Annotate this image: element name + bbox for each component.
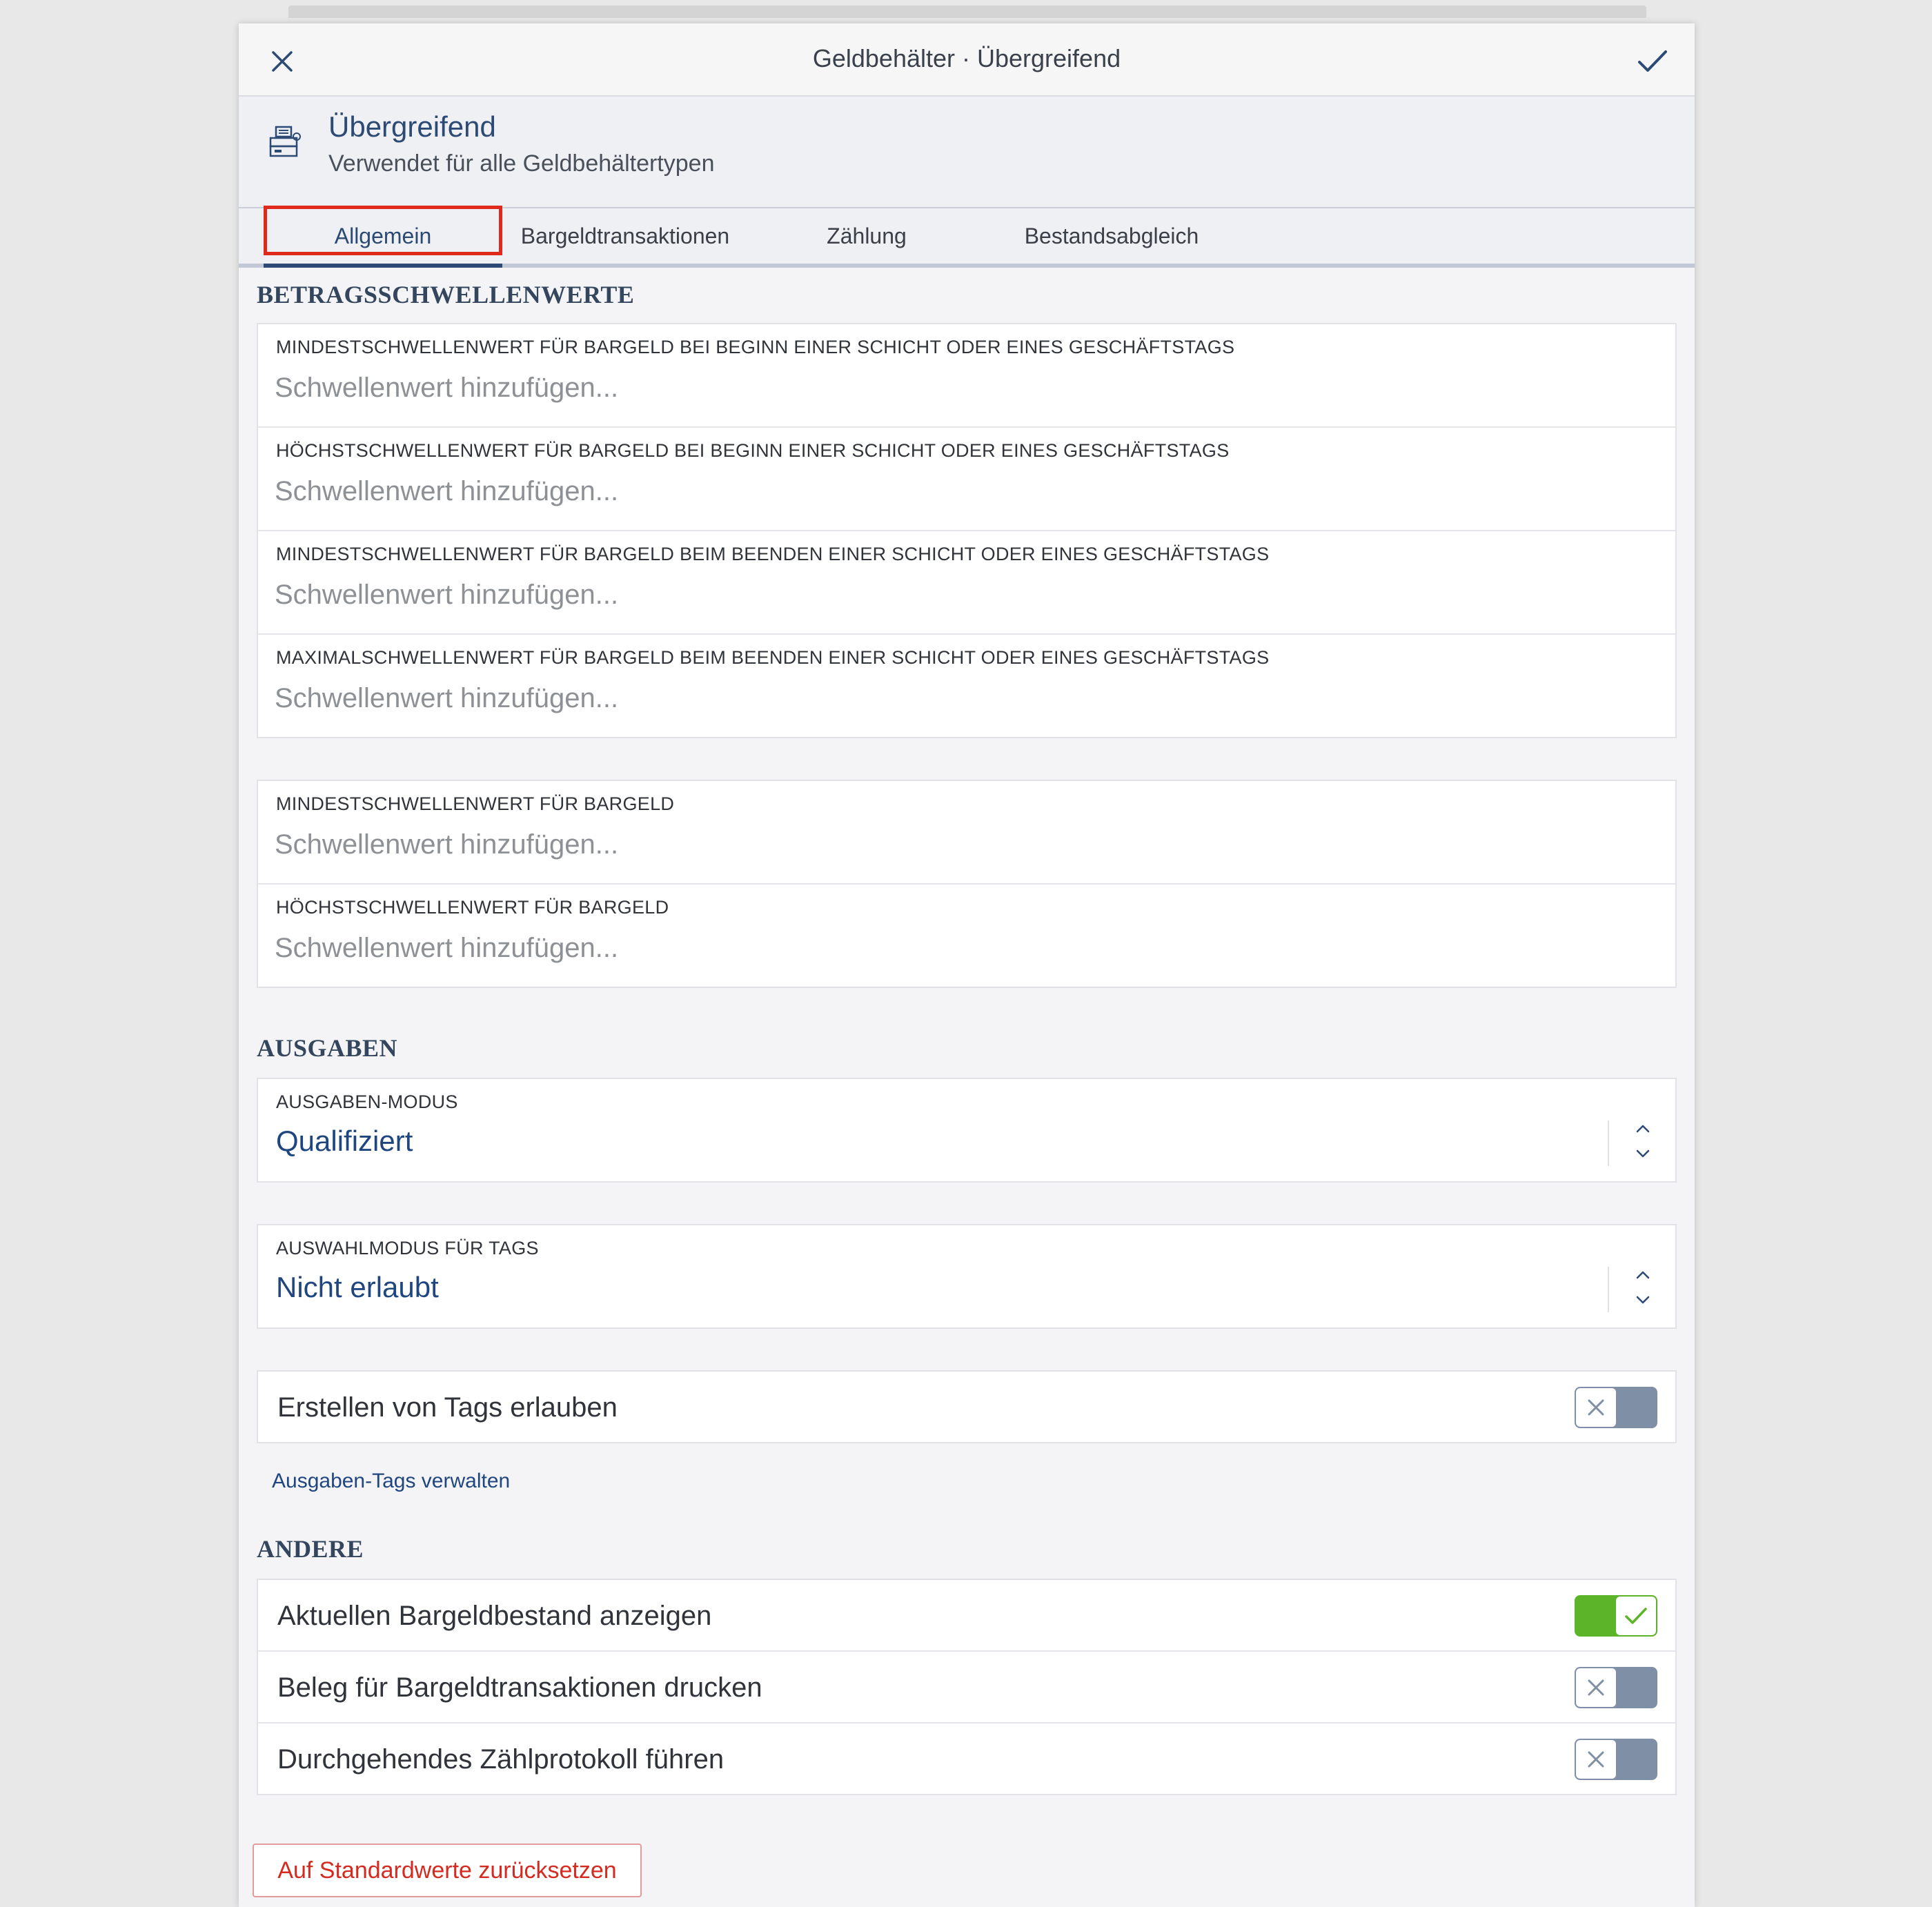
- toggle-label: Erstellen von Tags erlauben: [277, 1392, 618, 1423]
- dialog-title: Geldbehälter · Übergreifend: [812, 44, 1121, 72]
- tag-mode-card: AUSWAHLMODUS FÜR TAGS Nicht erlaubt: [257, 1224, 1677, 1329]
- continuous-count-log-toggle[interactable]: [1575, 1739, 1657, 1780]
- manage-expense-tags-link[interactable]: Ausgaben-Tags verwalten: [272, 1470, 510, 1493]
- x-icon: [1588, 1399, 1604, 1416]
- tag-mode-select[interactable]: AUSWAHLMODUS FÜR TAGS Nicht erlaubt: [258, 1225, 1675, 1329]
- checkmark-icon: [1638, 50, 1667, 72]
- min-start-threshold-input[interactable]: [275, 367, 1586, 408]
- section-title-other: ANDERE: [257, 1535, 364, 1563]
- shift-threshold-card: MINDESTSCHWELLENWERT FÜR BARGELD BEI BEG…: [257, 323, 1677, 738]
- allow-tags-toggle[interactable]: [1575, 1387, 1657, 1428]
- threshold-field: MINDESTSCHWELLENWERT FÜR BARGELD: [258, 781, 1675, 885]
- select-value: Nicht erlaubt: [276, 1271, 439, 1303]
- entity-header: Übergreifend Verwendet für alle Geldbehä…: [239, 97, 1695, 208]
- title-bar: Geldbehälter · Übergreifend: [239, 23, 1695, 97]
- tab-allgemein[interactable]: Allgemein: [264, 208, 502, 268]
- reset-defaults-button[interactable]: Auf Standardwerte zurücksetzen: [253, 1844, 642, 1897]
- up-down-chevron-icon: [1636, 1125, 1650, 1158]
- threshold-field: MAXIMALSCHWELLENWERT FÜR BARGELD BEIM BE…: [258, 635, 1675, 738]
- field-label: MINDESTSCHWELLENWERT FÜR BARGELD BEI BEG…: [276, 337, 1235, 357]
- section-title-expenses: AUSGABEN: [257, 1034, 398, 1062]
- max-start-threshold-input[interactable]: [275, 471, 1586, 512]
- show-cash-balance-row: Aktuellen Bargeldbestand anzeigen: [258, 1580, 1675, 1652]
- expense-mode-select[interactable]: AUSGABEN-MODUS Qualifiziert: [258, 1079, 1675, 1183]
- field-label: HÖCHSTSCHWELLENWERT FÜR BARGELD: [276, 897, 669, 918]
- field-label: AUSWAHLMODUS FÜR TAGS: [276, 1238, 539, 1258]
- print-receipt-toggle[interactable]: [1575, 1667, 1657, 1708]
- tab-zaehlung[interactable]: Zählung: [763, 208, 970, 264]
- toggle-knob: [1576, 1388, 1616, 1427]
- expense-mode-card: AUSGABEN-MODUS Qualifiziert: [257, 1078, 1677, 1183]
- allow-tags-card: Erstellen von Tags erlauben: [257, 1370, 1677, 1443]
- tab-bar: Allgemein Bargeldtransaktionen Zählung B…: [239, 208, 1695, 268]
- max-end-threshold-input[interactable]: [275, 678, 1586, 719]
- divider: [1608, 1120, 1609, 1166]
- x-icon: [1588, 1751, 1604, 1768]
- settings-dialog: Geldbehälter · Übergreifend Übergreifend…: [239, 23, 1695, 1907]
- toggle-label: Durchgehendes Zählprotokoll führen: [277, 1744, 724, 1775]
- header-title: Übergreifend: [328, 110, 496, 143]
- max-cash-threshold-input[interactable]: [275, 927, 1586, 969]
- x-icon: [1588, 1679, 1604, 1696]
- field-label: MINDESTSCHWELLENWERT FÜR BARGELD BEIM BE…: [276, 544, 1270, 564]
- field-label: HÖCHSTSCHWELLENWERT FÜR BARGELD BEI BEGI…: [276, 440, 1230, 461]
- cash-threshold-card: MINDESTSCHWELLENWERT FÜR BARGELD HÖCHSTS…: [257, 780, 1677, 988]
- toggle-label: Aktuellen Bargeldbestand anzeigen: [277, 1601, 712, 1631]
- cash-drawer-icon: [269, 126, 301, 157]
- field-label: AUSGABEN-MODUS: [276, 1091, 458, 1112]
- section-title-thresholds: BETRAGSSCHWELLENWERTE: [257, 281, 635, 308]
- divider: [1608, 1267, 1609, 1312]
- other-settings-card: Aktuellen Bargeldbestand anzeigen Beleg …: [257, 1579, 1677, 1795]
- print-receipt-row: Beleg für Bargeldtransaktionen drucken: [258, 1652, 1675, 1723]
- background-sheet: [288, 6, 1646, 18]
- min-cash-threshold-input[interactable]: [275, 824, 1586, 865]
- field-label: MAXIMALSCHWELLENWERT FÜR BARGELD BEIM BE…: [276, 647, 1270, 668]
- continuous-count-log-row: Durchgehendes Zählprotokoll führen: [258, 1723, 1675, 1795]
- confirm-button[interactable]: [1630, 39, 1675, 84]
- header-subtitle: Verwendet für alle Geldbehältertypen: [328, 150, 715, 177]
- toggle-knob: [1576, 1740, 1616, 1779]
- threshold-field: MINDESTSCHWELLENWERT FÜR BARGELD BEIM BE…: [258, 531, 1675, 635]
- toggle-knob: [1616, 1597, 1656, 1635]
- threshold-field: HÖCHSTSCHWELLENWERT FÜR BARGELD: [258, 885, 1675, 988]
- allow-tags-row: Erstellen von Tags erlauben: [258, 1372, 1675, 1443]
- toggle-knob: [1576, 1668, 1616, 1707]
- up-down-chevron-icon: [1636, 1271, 1650, 1304]
- tab-bargeldtransaktionen[interactable]: Bargeldtransaktionen: [515, 208, 736, 264]
- show-cash-balance-toggle[interactable]: [1575, 1595, 1657, 1637]
- field-label: MINDESTSCHWELLENWERT FÜR BARGELD: [276, 793, 675, 814]
- min-end-threshold-input[interactable]: [275, 574, 1586, 615]
- threshold-field: HÖCHSTSCHWELLENWERT FÜR BARGELD BEI BEGI…: [258, 428, 1675, 531]
- toggle-label: Beleg für Bargeldtransaktionen drucken: [277, 1672, 762, 1703]
- select-value: Qualifiziert: [276, 1125, 413, 1157]
- tab-bestandsabgleich[interactable]: Bestandsabgleich: [998, 208, 1225, 264]
- check-icon: [1625, 1608, 1647, 1624]
- threshold-field: MINDESTSCHWELLENWERT FÜR BARGELD BEI BEG…: [258, 324, 1675, 428]
